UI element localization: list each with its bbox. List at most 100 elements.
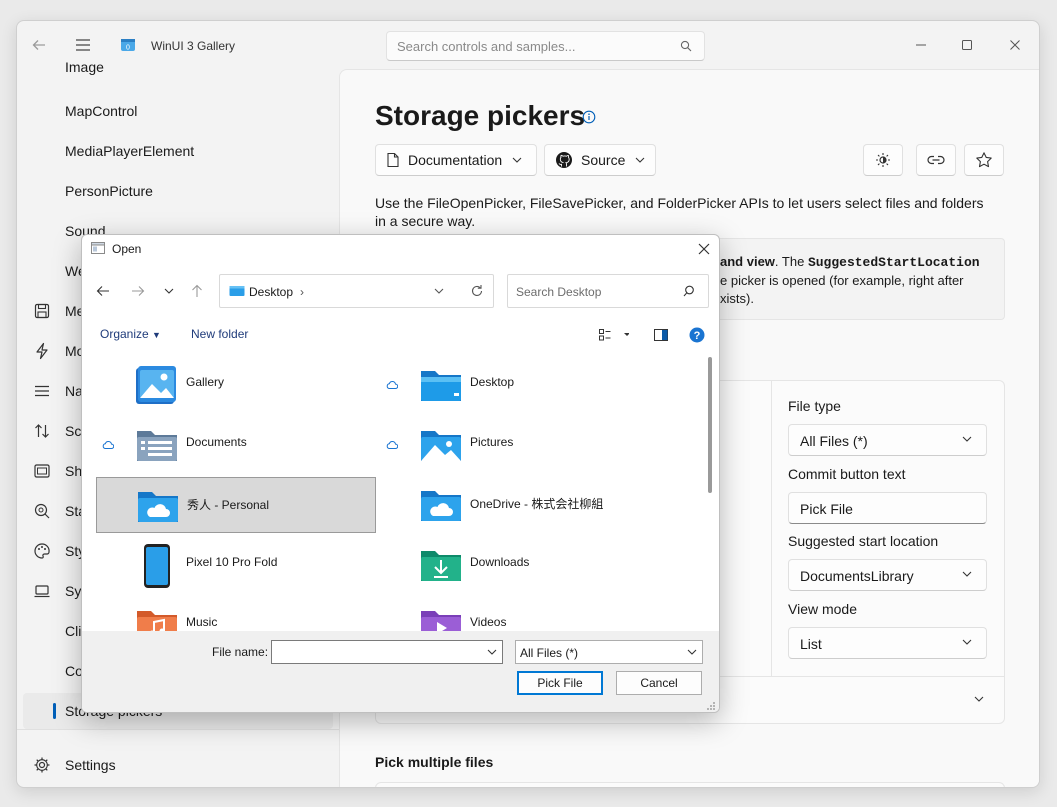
list-item[interactable]: Downloads [380,537,660,593]
list-item[interactable]: Pixel 10 Pro Fold [96,537,376,593]
list-item[interactable]: Videos [380,597,660,631]
chevron-down-icon[interactable] [434,288,444,294]
cancel-button[interactable]: Cancel [616,671,702,695]
link-icon [927,155,945,165]
resize-grip-icon[interactable] [706,701,716,711]
file-list: Gallery Desktop Documents Pictures 秀人 - … [84,351,706,631]
new-folder-button[interactable]: New folder [191,327,248,341]
close-icon[interactable] [1005,35,1025,55]
organize-button[interactable]: Organize ▼ [100,327,161,341]
theme-toggle-button[interactable] [863,144,903,176]
back-arrow-icon[interactable] [94,282,112,300]
caret-down-icon: ▼ [152,330,161,340]
gear-icon [33,756,51,774]
laptop-icon [33,582,51,600]
address-bar[interactable]: Desktop › [219,274,494,308]
chevron-down-icon [687,649,697,655]
suggested-start-location-combo[interactable]: DocumentsLibrary [788,559,987,591]
forward-arrow-icon[interactable] [129,282,147,300]
file-name-field[interactable] [271,640,503,664]
pick-file-button[interactable]: Pick File [517,671,603,695]
list-item[interactable]: Documents [96,417,376,473]
list-item[interactable]: OneDrive - 株式会社柳組 [380,477,660,533]
up-arrow-icon[interactable] [188,282,206,300]
open-file-dialog: Open Desktop › Organize ▼ New folder ? G… [81,234,720,713]
selection-indicator [53,703,56,719]
chat-search-icon [33,502,51,520]
page-title: Storage pickers [375,100,586,131]
chevron-down-icon [962,639,972,645]
chevron-right-icon[interactable]: › [300,285,304,299]
dialog-title: Open [112,242,142,256]
save-icon [33,302,51,320]
chevron-down-icon [962,436,972,442]
palette-icon [33,542,51,560]
svg-text:?: ? [694,330,701,342]
commit-button-text-label: Commit button text [788,466,906,482]
file-type-select[interactable]: All Files (*) [515,640,703,664]
list-item[interactable]: Desktop [380,357,660,413]
help-icon[interactable]: ? [689,327,705,343]
section-title: Pick multiple files [375,754,494,770]
videos-folder-icon [418,603,464,631]
chevron-down-icon[interactable] [487,649,497,655]
search-icon[interactable] [683,285,695,297]
dialog-window-icon [91,242,105,254]
file-name-label: File name: [212,645,269,659]
list-item-selected[interactable]: 秀人 - Personal [96,477,376,533]
commit-button-text-field[interactable]: Pick File [788,492,987,524]
nav-item-mediaplayerelement[interactable]: MediaPlayerElement [23,133,333,169]
desktop-folder-icon [418,363,464,409]
documents-folder-icon [134,423,180,469]
list-item[interactable]: Pictures [380,417,660,473]
dialog-search-input[interactable] [516,284,676,300]
nav-item-mapcontrol[interactable]: MapControl [23,93,333,129]
documentation-button[interactable]: Documentation [375,144,537,176]
brightness-icon [875,152,891,168]
panel-divider [771,381,772,676]
recent-locations-chevron-icon[interactable] [160,282,178,300]
music-folder-icon [134,603,180,631]
command-bar: Organize ▼ New folder ? [82,321,719,349]
search-icon[interactable] [680,40,692,52]
view-options-icon[interactable] [599,329,629,341]
gallery-icon [134,363,180,409]
search-box[interactable] [386,31,705,61]
file-type-label: File type [788,398,841,414]
source-button[interactable]: Source [544,144,656,176]
copy-link-button[interactable] [916,144,956,176]
suggested-start-location-label: Suggested start location [788,533,939,549]
address-segment[interactable]: Desktop [249,285,293,299]
document-icon [386,152,400,168]
dialog-search-box[interactable] [507,274,709,308]
expand-chevron-icon[interactable] [974,696,984,702]
list-item[interactable]: Music [96,597,376,631]
phone-icon [134,543,180,589]
chevron-down-icon [962,571,972,577]
nav-item-image[interactable]: Image [23,49,333,85]
pictures-folder-icon [418,423,464,469]
star-icon [975,151,993,169]
list-item[interactable]: Gallery [96,357,376,413]
onedrive-folder-icon [418,483,464,529]
minimize-icon[interactable] [911,35,931,55]
search-input[interactable] [397,38,667,54]
file-type-combo[interactable]: All Files (*) [788,424,987,456]
maximize-icon[interactable] [957,35,977,55]
nav-divider [17,729,339,730]
preview-pane-icon[interactable] [654,329,668,341]
onedrive-folder-icon [135,484,181,530]
page-description: Use the FileOpenPicker, FileSavePicker, … [375,195,984,229]
chevron-down-icon [635,157,645,163]
refresh-icon[interactable] [470,284,484,298]
lightning-icon [33,342,51,360]
favorite-button[interactable] [964,144,1004,176]
github-icon [555,151,573,169]
close-icon[interactable] [696,241,712,257]
file-list-scrollbar[interactable] [708,357,712,493]
nav-item-settings[interactable]: Settings [23,747,333,783]
nav-item-personpicture[interactable]: PersonPicture [23,173,333,209]
view-mode-combo[interactable]: List [788,627,987,659]
info-icon[interactable] [582,110,596,124]
sort-arrows-icon [33,422,51,440]
